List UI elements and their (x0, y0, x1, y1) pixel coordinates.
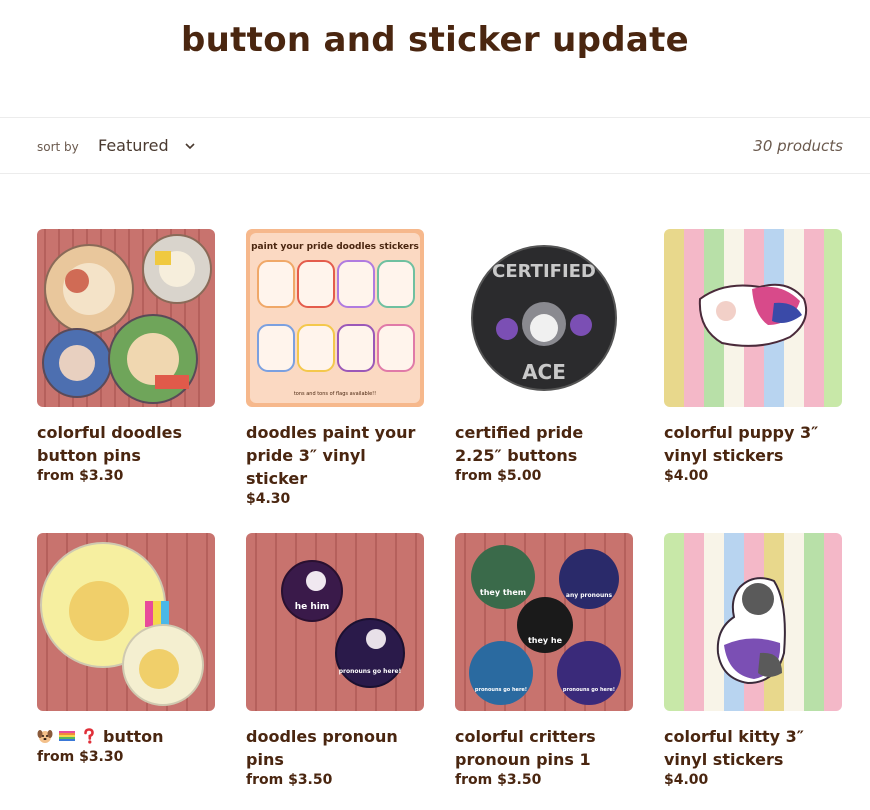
product-price: from $3.50 (455, 772, 542, 788)
sort-label: sort by (37, 140, 79, 154)
sort-select[interactable]: Featured (98, 136, 197, 155)
product-price: from $5.00 (455, 468, 542, 484)
product-card[interactable]: colorful puppy 3″ vinyl stickers $4.00 (664, 229, 842, 484)
product-title-text: button (103, 727, 164, 746)
emoji-group (37, 728, 97, 744)
pin-text: pronouns go here! (563, 687, 615, 693)
sticker-sheet-footer: tons and tons of flags available!! (294, 391, 376, 397)
pin-text: they them (480, 588, 526, 597)
product-card[interactable]: paint your pride doodles stickers tons a… (246, 229, 424, 507)
product-card[interactable]: button from $3.30 (37, 533, 215, 765)
product-title[interactable]: colorful critters pronoun pins 1 (455, 725, 633, 771)
sticker-sheet-header: paint your pride doodles stickers (251, 242, 419, 252)
product-title[interactable]: button (37, 725, 215, 748)
button-top-text: CERTIFIED (492, 261, 596, 282)
question-mark-icon (84, 728, 94, 744)
product-image-certified-ace-button[interactable]: CERTIFIED ACE (455, 229, 633, 407)
product-image-puppy-sticker[interactable] (664, 229, 842, 407)
product-title[interactable]: colorful doodles button pins (37, 421, 215, 467)
page-title: button and sticker update (180, 20, 690, 60)
product-image-sticker-sheet[interactable]: paint your pride doodles stickers tons a… (246, 229, 424, 407)
product-card[interactable]: colorful kitty 3″ vinyl stickers $4.00 (664, 533, 842, 788)
pin-text: they he (528, 636, 563, 645)
product-price: $4.00 (664, 772, 709, 788)
product-image-kitty-sticker[interactable] (664, 533, 842, 711)
product-card[interactable]: colorful doodles button pins from $3.30 (37, 229, 215, 484)
product-price: from $3.50 (246, 772, 333, 788)
rainbow-flag-icon (59, 731, 75, 741)
dog-face-icon (37, 730, 53, 743)
product-price: $4.30 (246, 491, 291, 507)
product-price: from $3.30 (37, 749, 124, 765)
product-image-dog-button-pins[interactable] (37, 229, 215, 407)
product-count: 30 products (753, 137, 843, 155)
product-card[interactable]: they them any pronouns they he pronouns … (455, 533, 633, 788)
button-bottom-text: ACE (522, 360, 566, 384)
product-image-critter-pronoun-pins[interactable]: they them any pronouns they he pronouns … (455, 533, 633, 711)
product-title[interactable]: doodles paint your pride 3″ vinyl sticke… (246, 421, 424, 490)
product-price: $4.00 (664, 468, 709, 484)
pin-text: he him (295, 602, 330, 612)
divider (0, 173, 870, 174)
sort-select-value: Featured (98, 136, 169, 155)
product-image-golden-puppy-buttons[interactable] (37, 533, 215, 711)
product-image-pronoun-pins[interactable]: he him pronouns go here! (246, 533, 424, 711)
divider (0, 117, 870, 118)
product-title[interactable]: doodles pronoun pins (246, 725, 424, 771)
product-title[interactable]: certified pride 2.25″ buttons (455, 421, 633, 467)
pin-text: pronouns go here! (339, 668, 402, 675)
pin-text: any pronouns (566, 592, 613, 599)
product-card[interactable]: he him pronouns go here! doodles pronoun… (246, 533, 424, 788)
chevron-down-icon (185, 142, 195, 149)
product-card[interactable]: CERTIFIED ACE certified pride 2.25″ butt… (455, 229, 633, 484)
product-price: from $3.30 (37, 468, 124, 484)
product-title[interactable]: colorful puppy 3″ vinyl stickers (664, 421, 842, 467)
product-title[interactable]: colorful kitty 3″ vinyl stickers (664, 725, 842, 771)
pin-text: pronouns go here! (475, 687, 527, 693)
